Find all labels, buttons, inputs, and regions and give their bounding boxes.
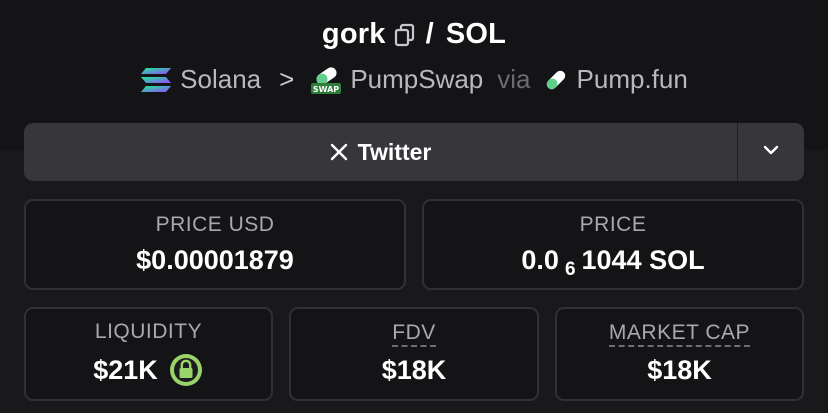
lock-icon[interactable] bbox=[168, 352, 204, 388]
price-native-label: PRICE bbox=[579, 213, 647, 236]
liquidity-label: LIQUIDITY bbox=[94, 320, 203, 343]
chain-name[interactable]: Solana bbox=[180, 64, 261, 95]
pumpfun-icon bbox=[543, 67, 569, 93]
svg-text:SWAP: SWAP bbox=[313, 85, 339, 94]
pair-breadcrumb: Solana > SWAP PumpSwap via Pump.fun bbox=[0, 64, 828, 95]
market-cap-value: $18K bbox=[647, 355, 712, 385]
x-logo-icon bbox=[330, 143, 348, 161]
pair-separator: / bbox=[425, 18, 434, 50]
social-links-bar: Twitter bbox=[24, 123, 804, 181]
solana-icon bbox=[140, 67, 172, 93]
fdv-value: $18K bbox=[381, 355, 447, 385]
launchpad-name[interactable]: Pump.fun bbox=[577, 64, 688, 95]
twitter-button[interactable]: Twitter bbox=[24, 123, 737, 181]
dex-name[interactable]: PumpSwap bbox=[350, 64, 483, 95]
pair-title: gork / SOL bbox=[0, 18, 828, 51]
price-native-suffix: 1044 SOL bbox=[581, 245, 705, 275]
liquidity-card: LIQUIDITY $21K bbox=[24, 307, 273, 401]
chevron-down-icon bbox=[763, 143, 779, 161]
pumpswap-icon: SWAP bbox=[310, 65, 342, 95]
social-more-button[interactable] bbox=[738, 123, 804, 181]
fdv-card: FDV $18K bbox=[289, 307, 539, 401]
market-cap-label[interactable]: MARKET CAP bbox=[608, 322, 751, 347]
price-usd-label: PRICE USD bbox=[155, 213, 275, 236]
market-cap-card: MARKET CAP $18K bbox=[555, 307, 804, 401]
token-name[interactable]: gork bbox=[322, 18, 386, 51]
liquidity-value-row: $21K bbox=[93, 352, 204, 388]
price-native-prefix: 0.0 bbox=[521, 245, 559, 275]
price-usd-card: PRICE USD $0.00001879 bbox=[24, 199, 406, 290]
quote-symbol: SOL bbox=[445, 18, 507, 50]
price-native-value: 0.0 6 1044 SOL bbox=[521, 245, 705, 280]
twitter-label: Twitter bbox=[357, 138, 432, 165]
breadcrumb-chevron: > bbox=[279, 64, 295, 94]
via-label: via bbox=[497, 64, 531, 94]
price-native-zero-count: 6 bbox=[564, 258, 576, 280]
price-native-card: PRICE 0.0 6 1044 SOL bbox=[422, 199, 804, 290]
liquidity-value: $21K bbox=[93, 354, 158, 385]
copy-icon[interactable] bbox=[394, 23, 416, 47]
fdv-label[interactable]: FDV bbox=[392, 322, 436, 347]
price-usd-value: $0.00001879 bbox=[136, 245, 294, 275]
